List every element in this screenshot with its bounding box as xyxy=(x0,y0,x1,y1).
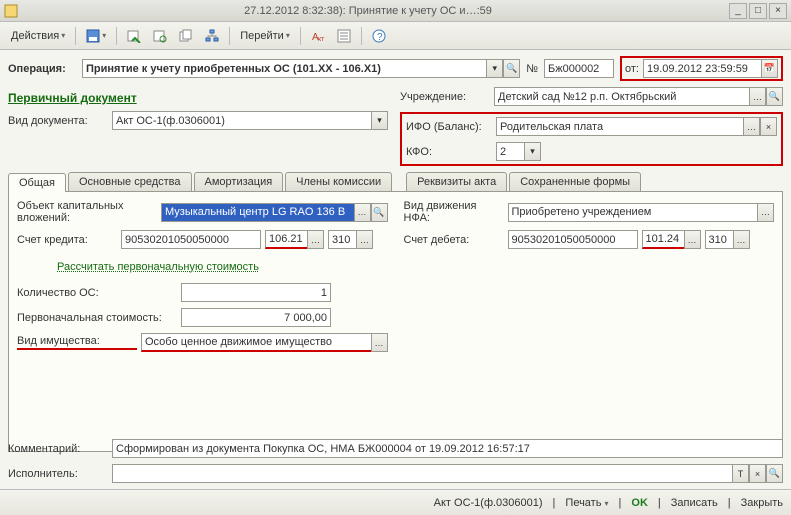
executor-input[interactable] xyxy=(112,464,732,483)
write-button[interactable]: Записать xyxy=(671,497,718,509)
num-input[interactable]: Бж000002 xyxy=(544,59,614,78)
ifo-more[interactable]: … xyxy=(743,117,760,136)
tree-icon[interactable]: Aкт xyxy=(306,26,330,46)
from-date-input[interactable]: 19.09.2012 23:59:59 xyxy=(643,59,761,78)
operation-label: Операция: xyxy=(8,63,76,75)
app-icon xyxy=(4,4,18,18)
primary-doc-title: Первичный документ xyxy=(8,91,388,105)
actions-menu[interactable]: Действия▾ xyxy=(6,26,70,46)
debit-sub-input[interactable]: 101.24 xyxy=(642,230,684,249)
post-icon[interactable] xyxy=(122,26,146,46)
save-icon[interactable]: ▾ xyxy=(81,26,111,46)
tab-strip: Общая Основные средства Амортизация Член… xyxy=(8,172,783,192)
close-button[interactable]: × xyxy=(769,3,787,19)
copy-icon[interactable] xyxy=(174,26,198,46)
debit-code-more[interactable]: … xyxy=(733,230,750,249)
kfo-dropdown[interactable]: ▾ xyxy=(524,142,541,161)
comment-label: Комментарий: xyxy=(8,443,108,455)
tab-general-body: Объект капитальных вложений: Музыкальный… xyxy=(8,192,783,452)
doc-type-combo[interactable]: Акт ОС-1(ф.0306001) xyxy=(112,111,371,130)
executor-label: Исполнитель: xyxy=(8,468,108,480)
window-title: 27.12.2012 8:32:38): Принятие к учету ОС… xyxy=(18,5,729,17)
ifo-clear[interactable]: × xyxy=(760,117,777,136)
svg-text:кт: кт xyxy=(318,36,325,43)
prop-input[interactable]: Особо ценное движимое имущество xyxy=(141,333,371,352)
tab-saved[interactable]: Сохраненные формы xyxy=(509,172,641,191)
qty-input[interactable]: 1 xyxy=(181,283,331,302)
prop-label: Вид имущества: xyxy=(17,335,137,350)
inst-more[interactable]: … xyxy=(749,87,766,106)
credit-code-more[interactable]: … xyxy=(356,230,373,249)
refresh-icon[interactable] xyxy=(148,26,172,46)
doc-type-dropdown[interactable]: ▾ xyxy=(371,111,388,130)
credit-sub-input[interactable]: 106.21 xyxy=(265,230,307,249)
print-button[interactable]: Печать ▾ xyxy=(565,497,608,509)
executor-text-btn[interactable]: T xyxy=(732,464,749,483)
move-label: Вид движения НФА: xyxy=(404,200,504,224)
inst-search[interactable]: 🔍 xyxy=(766,87,783,106)
tab-members[interactable]: Члены комиссии xyxy=(285,172,392,191)
comment-input[interactable]: Сформирован из документа Покупка ОС, НМА… xyxy=(112,439,783,458)
prop-more[interactable]: … xyxy=(371,333,388,352)
svg-text:?: ? xyxy=(377,32,383,43)
ifo-input[interactable]: Родительская плата xyxy=(496,117,743,136)
obj-input[interactable]: Музыкальный центр LG RAO 136 В xyxy=(161,203,354,222)
maximize-button[interactable]: □ xyxy=(749,3,767,19)
tab-amort[interactable]: Амортизация xyxy=(194,172,284,191)
debit-code-input[interactable]: 310 xyxy=(705,230,733,249)
operation-dropdown-button[interactable]: ▾ xyxy=(486,59,503,78)
debit-acct-input[interactable]: 90530201050050000 xyxy=(508,230,638,249)
from-label: от: xyxy=(625,63,639,75)
move-input[interactable]: Приобретено учреждением xyxy=(508,203,758,222)
obj-label: Объект капитальных вложений: xyxy=(17,200,157,224)
credit-sub-more[interactable]: … xyxy=(307,230,324,249)
debit-sub-more[interactable]: … xyxy=(684,230,701,249)
kfo-label: КФО: xyxy=(406,146,492,158)
credit-acct-input[interactable]: 90530201050050000 xyxy=(121,230,261,249)
list-icon[interactable] xyxy=(332,26,356,46)
tab-general[interactable]: Общая xyxy=(8,173,66,192)
help-icon[interactable]: ? xyxy=(367,26,391,46)
cost-input[interactable]: 7 000,00 xyxy=(181,308,331,327)
tab-os[interactable]: Основные средства xyxy=(68,172,192,191)
ok-button[interactable]: OK xyxy=(631,497,648,509)
operation-combo[interactable]: Принятие к учету приобретенных ОС (101.X… xyxy=(82,59,486,78)
footer: Акт ОС-1(ф.0306001) | Печать ▾ | OK | За… xyxy=(0,489,791,515)
qty-label: Количество ОС: xyxy=(17,287,177,299)
obj-search[interactable]: 🔍 xyxy=(371,203,388,222)
cost-label: Первоначальная стоимость: xyxy=(17,312,177,324)
kfo-input[interactable]: 2 xyxy=(496,142,524,161)
toolbar: Действия▾ ▾ Перейти▾ Aкт ? xyxy=(0,22,791,50)
debit-label: Счет дебета: xyxy=(404,234,504,246)
structure-icon[interactable] xyxy=(200,26,224,46)
inst-input[interactable]: Детский сад №12 р.п. Октябрьский xyxy=(494,87,749,106)
ifo-label: ИФО (Баланс): xyxy=(406,121,492,133)
move-more[interactable]: … xyxy=(757,203,774,222)
credit-code-input[interactable]: 310 xyxy=(328,230,356,249)
window-titlebar: 27.12.2012 8:32:38): Принятие к учету ОС… xyxy=(0,0,791,22)
inst-label: Учреждение: xyxy=(400,91,490,103)
calendar-icon[interactable]: 📅 xyxy=(761,59,778,78)
minimize-button[interactable]: _ xyxy=(729,3,747,19)
executor-clear[interactable]: × xyxy=(749,464,766,483)
tab-req[interactable]: Реквизиты акта xyxy=(406,172,507,191)
doc-type-label: Вид документа: xyxy=(8,115,108,127)
close-footer-button[interactable]: Закрыть xyxy=(741,497,783,509)
num-label: № xyxy=(526,63,538,75)
recalc-link[interactable]: Рассчитать первоначальную стоимость xyxy=(57,261,259,273)
footer-form-link[interactable]: Акт ОС-1(ф.0306001) xyxy=(434,497,543,509)
obj-more[interactable]: … xyxy=(354,203,371,222)
goto-menu[interactable]: Перейти▾ xyxy=(235,26,295,46)
credit-label: Счет кредита: xyxy=(17,234,117,246)
executor-search[interactable]: 🔍 xyxy=(766,464,783,483)
operation-search-button[interactable]: 🔍 xyxy=(503,59,520,78)
